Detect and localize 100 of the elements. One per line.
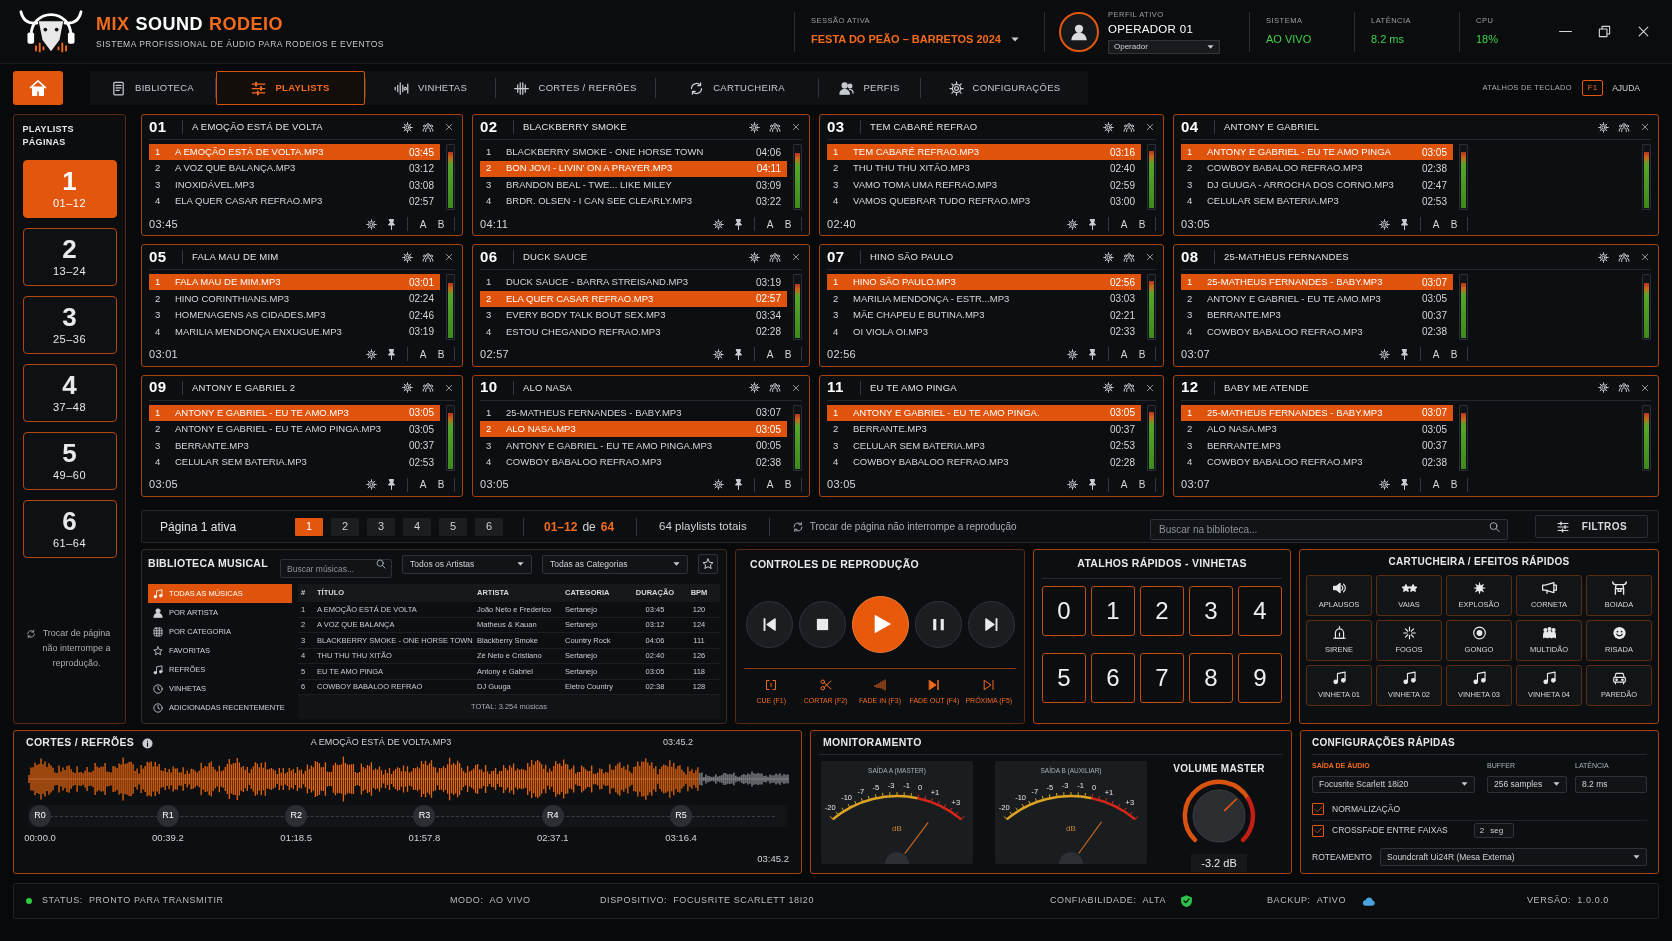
track-row[interactable]: 3 HOMENAGENS AS CIDADES.MP3 02:46 <box>149 307 440 324</box>
settings-icon[interactable] <box>713 479 724 491</box>
pin-icon[interactable] <box>735 348 742 360</box>
track-row[interactable]: 1 HINO SÃO PAULO.MP3 02:56 <box>827 274 1141 291</box>
track-row[interactable]: 1 ANTONY E GABRIEL - EU TE AMO PINGA 03:05 <box>1181 144 1453 160</box>
deck-button[interactable]: B <box>779 346 797 362</box>
deck-button[interactable]: B <box>779 477 797 493</box>
deck-button[interactable]: A <box>414 346 432 362</box>
settings-icon[interactable] <box>713 348 724 360</box>
settings-icon[interactable] <box>1067 218 1078 230</box>
settings-icon[interactable] <box>366 218 377 230</box>
cut-marker[interactable]: R0 <box>29 805 51 827</box>
track-row[interactable]: 4 COWBOY BABALOO REFRAO.MP3 02:28 <box>827 454 1141 471</box>
track-row[interactable]: 2 ELA QUER CASAR REFRAO.MP3 02:57 <box>480 290 787 307</box>
settings-icon[interactable] <box>366 479 377 491</box>
close-icon[interactable] <box>792 383 800 392</box>
pin-icon[interactable] <box>735 218 742 230</box>
close-icon[interactable] <box>792 253 800 262</box>
track-row[interactable]: 2 ALO NASA.MP3 03:05 <box>1181 421 1453 438</box>
settings-icon[interactable] <box>1067 479 1078 491</box>
settings-icon[interactable] <box>1103 251 1114 263</box>
group-icon[interactable] <box>1123 121 1135 133</box>
cut-marker[interactable]: R4 <box>541 805 564 827</box>
dropdown[interactable]: Soundcraft Ui24R (Mesa Externa) <box>1380 848 1647 866</box>
session-dropdown[interactable]: FESTA DO PEÃO – BARRETOS 2024 <box>811 31 1044 48</box>
track-row[interactable]: 4 CELULAR SEM BATERIA.MP3 02:53 <box>1181 193 1453 210</box>
deck-button[interactable]: A <box>761 346 779 362</box>
pin-icon[interactable] <box>388 218 395 230</box>
settings-icon[interactable] <box>402 251 413 263</box>
track-row[interactable]: 2 MARILIA MENDONÇA - ESTR...MP3 03:03 <box>827 290 1141 307</box>
page-button[interactable]: 6 61–64 <box>22 500 117 558</box>
settings-icon[interactable] <box>749 121 760 133</box>
shortcut-key[interactable]: 0 <box>1042 586 1086 636</box>
deck-button[interactable]: A <box>761 477 779 493</box>
track-row[interactable]: 3 BERRANTE.MP3 00:37 <box>1181 437 1453 454</box>
group-icon[interactable] <box>1123 251 1135 263</box>
pin-icon[interactable] <box>1089 348 1096 360</box>
close-icon[interactable] <box>445 123 453 131</box>
track-row[interactable]: 2 BON JOVI - LIVIN' ON A PRAYER.MP3 04:11 <box>480 160 787 177</box>
track-row[interactable]: 4 OI VIOLA OI.MP3 02:33 <box>827 323 1141 340</box>
track-row[interactable]: 1 ANTONY E GABRIEL - EU TE AMO.MP3 03:05 <box>149 404 440 421</box>
settings-icon[interactable] <box>1379 479 1390 491</box>
track-row[interactable]: 3 BERRANTE.MP3 00:37 <box>1181 307 1453 324</box>
settings-icon[interactable] <box>749 382 760 394</box>
close-icon[interactable] <box>1146 253 1154 262</box>
close-icon[interactable] <box>1637 25 1650 38</box>
cut-marker[interactable]: R3 <box>413 805 436 827</box>
page-button[interactable]: 3 25–36 <box>22 296 117 354</box>
group-icon[interactable] <box>1618 121 1630 133</box>
page-button[interactable]: 6 <box>475 517 503 536</box>
deck-button[interactable]: A <box>414 216 432 232</box>
pin-icon[interactable] <box>1401 348 1408 360</box>
settings-icon[interactable] <box>1598 251 1609 263</box>
page-button[interactable]: 4 37–48 <box>22 364 117 422</box>
track-row[interactable]: 4 COWBOY BABALOO REFRAO.MP3 02:38 <box>1181 454 1453 471</box>
group-icon[interactable] <box>422 382 434 394</box>
shortcut-key[interactable]: 7 <box>1140 653 1184 703</box>
role-dropdown[interactable]: Operador <box>1108 39 1220 54</box>
settings-icon[interactable] <box>1379 348 1390 360</box>
pin-icon[interactable] <box>735 479 742 491</box>
search-field[interactable]: Buscar músicas... <box>280 559 392 578</box>
shortcut-key[interactable]: 3 <box>1189 586 1233 636</box>
deck-button[interactable]: B <box>432 477 450 493</box>
dropdown[interactable]: Focusrite Scarlett 18i20 <box>1312 775 1475 793</box>
track-row[interactable]: 2 ALO NASA.MP3 03:05 <box>480 421 787 438</box>
track-row[interactable]: 3 VAMO TOMA UMA REFRAO.MP3 02:59 <box>827 177 1141 193</box>
checkbox[interactable] <box>1312 803 1324 815</box>
deck-button[interactable]: A <box>1115 216 1133 232</box>
deck-button[interactable]: B <box>432 216 450 232</box>
settings-icon[interactable] <box>1379 218 1390 230</box>
cut-marker[interactable]: R5 <box>670 805 692 827</box>
group-icon[interactable] <box>1618 251 1630 263</box>
page-button[interactable]: 5 <box>439 517 467 536</box>
deck-button[interactable]: A <box>1427 477 1445 493</box>
track-row[interactable]: 1 25-MATHEUS FERNANDES - BABY.MP3 03:07 <box>480 404 787 421</box>
settings-icon[interactable] <box>1103 121 1114 133</box>
nav-tab[interactable]: VINHETAS <box>366 71 495 105</box>
track-row[interactable]: 1 TEM CABARÉ REFRAO.MP3 03:16 <box>827 144 1141 160</box>
nav-tab[interactable]: CONFIGURAÇÕES <box>921 71 1088 105</box>
track-row[interactable]: 4 COWBOY BABALOO REFRAO.MP3 02:38 <box>480 454 787 471</box>
cut-marker[interactable]: R2 <box>285 805 308 827</box>
deck-button[interactable]: A <box>1427 346 1445 362</box>
track-row[interactable]: 2 BERRANTE.MP3 00:37 <box>827 421 1141 438</box>
track-row[interactable]: 4 ELA QUER CASAR REFRAO.MP3 02:57 <box>149 193 440 210</box>
filters-button[interactable]: FILTROS <box>1535 515 1648 538</box>
group-icon[interactable] <box>769 382 781 394</box>
deck-button[interactable]: B <box>432 346 450 362</box>
settings-icon[interactable] <box>1103 382 1114 394</box>
info-icon[interactable] <box>142 737 154 749</box>
home-button[interactable] <box>13 71 63 105</box>
nav-tab[interactable]: CORTES / REFRÕES <box>496 71 655 105</box>
track-row[interactable]: 1 DUCK SAUCE - BARRA STREISAND.MP3 03:19 <box>480 274 787 291</box>
close-icon[interactable] <box>1146 123 1154 131</box>
filter-dropdown[interactable]: Todas as Categorias <box>542 554 688 574</box>
track-row[interactable]: 4 BRDR. OLSEN - I CAN SEE CLEARLY.MP3 03:22 <box>480 193 787 210</box>
deck-button[interactable]: B <box>1445 477 1463 493</box>
pin-icon[interactable] <box>388 348 395 360</box>
settings-icon[interactable] <box>1598 382 1609 394</box>
close-icon[interactable] <box>1146 383 1154 392</box>
shortcut-key[interactable]: 9 <box>1238 653 1282 703</box>
